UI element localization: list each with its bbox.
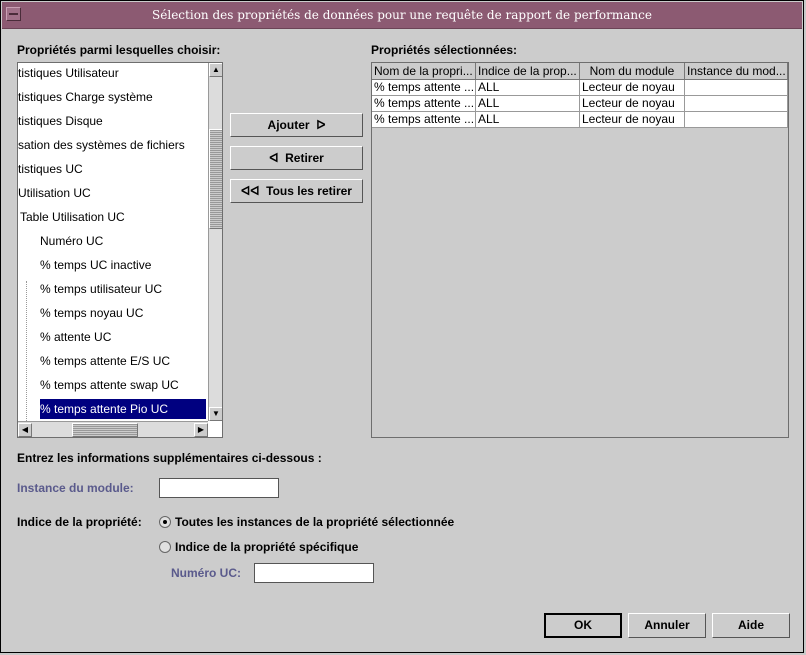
vertical-scroll-thumb[interactable] <box>209 129 222 229</box>
table-cell[interactable]: Lecteur de noyau <box>580 80 685 96</box>
arrow-right-icon: ᐅ <box>312 118 326 132</box>
tree-item[interactable]: tistiques Disque <box>18 111 103 131</box>
extra-info-heading: Entrez les informations supplémentaires … <box>17 451 322 465</box>
selected-properties-table[interactable]: Nom de la propri... Indice de la prop...… <box>371 62 789 438</box>
horizontal-scroll-thumb[interactable] <box>72 423 138 437</box>
table-cell[interactable]: ALL <box>476 80 580 96</box>
arrow-left-icon: ᐊ <box>269 151 282 165</box>
tree-item[interactable]: % temps attente Pio UC <box>40 399 206 419</box>
column-header-property-name[interactable]: Nom de la propri... <box>372 63 476 80</box>
table-cell[interactable]: % temps attente ... <box>372 96 476 112</box>
column-header-module-name[interactable]: Nom du module <box>580 63 685 80</box>
remove-button-label: Retirer <box>285 151 324 165</box>
all-instances-radio[interactable] <box>159 516 171 528</box>
all-instances-option-label[interactable]: Toutes les instances de la propriété sél… <box>175 515 454 529</box>
available-properties-label: Propriétés parmi lesquelles choisir: <box>17 43 221 57</box>
tree-item[interactable]: Numéro UC <box>40 231 103 251</box>
uc-number-input[interactable] <box>254 563 374 583</box>
tree-item[interactable]: sation des systèmes de fichiers <box>18 135 185 155</box>
window-title: Sélection des propriétés de données pour… <box>152 8 652 22</box>
available-properties-tree[interactable]: tistiques Utilisateur tistiques Charge sy… <box>17 62 223 438</box>
remove-button[interactable]: ᐊ Retirer <box>230 146 363 170</box>
table-cell[interactable]: ALL <box>476 112 580 128</box>
table-cell[interactable]: Lecteur de noyau <box>580 112 685 128</box>
specific-index-option-label[interactable]: Indice de la propriété spécifique <box>175 540 358 554</box>
tree-item[interactable]: tistiques Utilisateur <box>18 63 119 83</box>
scroll-up-icon[interactable]: ▲ <box>209 63 222 77</box>
cancel-button[interactable]: Annuler <box>628 613 706 638</box>
scroll-right-icon[interactable]: ▶ <box>194 423 208 437</box>
remove-all-button-label: Tous les retirer <box>266 184 352 198</box>
column-header-property-index[interactable]: Indice de la prop... <box>476 63 580 80</box>
uc-number-label: Numéro UC: <box>171 566 242 580</box>
add-button-label: Ajouter <box>267 118 310 132</box>
dialog-window: Sélection des propriétés de données pour… <box>0 0 804 653</box>
tree-item[interactable]: Table Utilisation UC <box>20 207 125 227</box>
ok-button[interactable]: OK <box>544 613 622 638</box>
table-cell[interactable]: ALL <box>476 96 580 112</box>
column-header-module-instance[interactable]: Instance du mod... <box>685 63 788 80</box>
table-cell[interactable] <box>685 112 788 128</box>
property-index-label: Indice de la propriété: <box>17 515 142 529</box>
tree-item[interactable]: Utilisation UC <box>18 183 91 203</box>
tree-item[interactable]: % temps attente E/S UC <box>40 351 170 371</box>
module-instance-label: Instance du module: <box>17 481 134 495</box>
tree-item[interactable]: % temps utilisateur UC <box>40 279 162 299</box>
table-cell[interactable]: % temps attente ... <box>372 112 476 128</box>
remove-all-button[interactable]: ᐊᐊ Tous les retirer <box>230 179 363 203</box>
tree-item[interactable]: tistiques Charge système <box>18 87 153 107</box>
tree-vertical-scrollbar[interactable]: ▲ ▼ <box>208 63 222 421</box>
title-bar[interactable]: Sélection des propriétés de données pour… <box>2 2 802 29</box>
module-instance-input[interactable] <box>159 478 279 498</box>
tree-item[interactable]: % temps UC inactive <box>40 255 151 275</box>
double-arrow-left-icon: ᐊᐊ <box>241 184 263 198</box>
tree-item[interactable]: % attente UC <box>40 327 111 347</box>
table-cell[interactable]: % temps attente ... <box>372 80 476 96</box>
table-cell[interactable] <box>685 96 788 112</box>
scroll-down-icon[interactable]: ▼ <box>209 407 222 421</box>
add-button[interactable]: Ajouter ᐅ <box>230 113 363 137</box>
tree-item[interactable]: % temps noyau UC <box>40 303 143 323</box>
table-cell[interactable]: Lecteur de noyau <box>580 96 685 112</box>
tree-item[interactable]: % temps attente swap UC <box>40 375 179 395</box>
table-cell[interactable] <box>685 80 788 96</box>
tree-horizontal-scrollbar[interactable]: ◀ ▶ <box>18 421 208 437</box>
specific-index-radio[interactable] <box>159 541 171 553</box>
scroll-left-icon[interactable]: ◀ <box>18 423 32 437</box>
help-button[interactable]: Aide <box>712 613 790 638</box>
tree-item[interactable]: tistiques UC <box>18 159 83 179</box>
selected-properties-label: Propriétés sélectionnées: <box>371 43 518 57</box>
